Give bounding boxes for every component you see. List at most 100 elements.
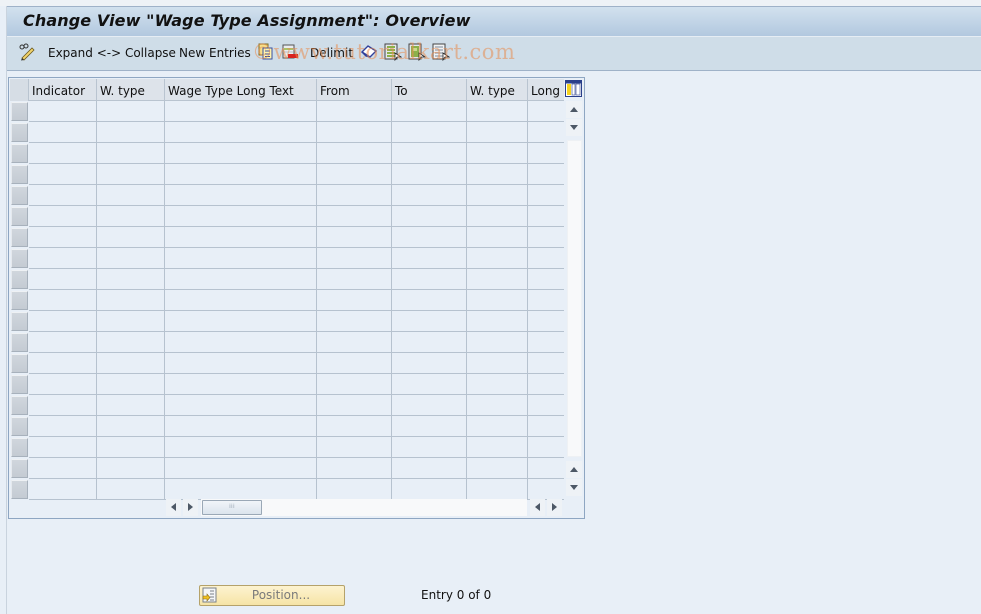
cell-wage-type-2[interactable] xyxy=(467,332,528,353)
delete-icon[interactable] xyxy=(281,43,299,61)
cell-wage-type-long-text[interactable] xyxy=(165,227,317,248)
cell-wage-type[interactable] xyxy=(97,437,165,458)
cell-long-text[interactable] xyxy=(528,353,564,374)
row-selector[interactable] xyxy=(11,480,28,499)
cell-wage-type-2[interactable] xyxy=(467,458,528,479)
cell-wage-type[interactable] xyxy=(97,227,165,248)
horizontal-scroll-thumb[interactable]: ⁞⁞⁞ xyxy=(202,500,262,515)
new-entries-button[interactable]: New Entries xyxy=(179,44,251,64)
cell-wage-type-long-text[interactable] xyxy=(165,374,317,395)
cell-to[interactable] xyxy=(392,311,467,332)
cell-to[interactable] xyxy=(392,332,467,353)
cell-wage-type-long-text[interactable] xyxy=(165,395,317,416)
horizontal-scrollbar[interactable]: ⁞⁞⁞ xyxy=(166,499,564,516)
table-settings-icon[interactable] xyxy=(565,80,582,97)
cell-wage-type-2[interactable] xyxy=(467,311,528,332)
cell-indicator[interactable] xyxy=(29,206,97,227)
cell-to[interactable] xyxy=(392,185,467,206)
cell-indicator[interactable] xyxy=(29,122,97,143)
column-header-indicator[interactable]: Indicator xyxy=(29,79,97,101)
cell-wage-type-2[interactable] xyxy=(467,374,528,395)
cell-indicator[interactable] xyxy=(29,227,97,248)
row-selector[interactable] xyxy=(11,144,28,163)
cell-wage-type[interactable] xyxy=(97,122,165,143)
cell-from[interactable] xyxy=(317,185,392,206)
cell-wage-type-long-text[interactable] xyxy=(165,353,317,374)
row-selector[interactable] xyxy=(11,312,28,331)
vertical-scrollbar[interactable] xyxy=(565,100,583,496)
cell-indicator[interactable] xyxy=(29,332,97,353)
row-selector[interactable] xyxy=(11,438,28,457)
column-header-from[interactable]: From xyxy=(317,79,392,101)
cell-long-text[interactable] xyxy=(528,479,564,500)
cell-wage-type[interactable] xyxy=(97,269,165,290)
cell-wage-type-long-text[interactable] xyxy=(165,248,317,269)
cell-from[interactable] xyxy=(317,458,392,479)
cell-from[interactable] xyxy=(317,353,392,374)
select-block-icon[interactable] xyxy=(408,43,427,62)
select-all-icon[interactable] xyxy=(384,43,403,62)
cell-wage-type-long-text[interactable] xyxy=(165,101,317,122)
cell-wage-type[interactable] xyxy=(97,101,165,122)
cell-wage-type[interactable] xyxy=(97,332,165,353)
scroll-up-button[interactable] xyxy=(566,101,582,118)
cell-wage-type-2[interactable] xyxy=(467,185,528,206)
cell-wage-type-long-text[interactable] xyxy=(165,311,317,332)
row-selector[interactable] xyxy=(11,165,28,184)
row-selector[interactable] xyxy=(11,123,28,142)
cell-to[interactable] xyxy=(392,416,467,437)
row-selector[interactable] xyxy=(11,396,28,415)
cell-wage-type[interactable] xyxy=(97,311,165,332)
scroll-left-end-button[interactable] xyxy=(530,499,545,516)
position-button[interactable]: Position... xyxy=(199,585,345,606)
cell-indicator[interactable] xyxy=(29,248,97,269)
cell-long-text[interactable] xyxy=(528,101,564,122)
row-selector[interactable] xyxy=(11,333,28,352)
row-selector[interactable] xyxy=(11,102,28,121)
scroll-down-button[interactable] xyxy=(566,119,582,136)
row-selector[interactable] xyxy=(11,417,28,436)
cell-to[interactable] xyxy=(392,269,467,290)
cell-from[interactable] xyxy=(317,479,392,500)
cell-to[interactable] xyxy=(392,395,467,416)
cell-wage-type[interactable] xyxy=(97,185,165,206)
cell-wage-type-2[interactable] xyxy=(467,101,528,122)
cell-long-text[interactable] xyxy=(528,248,564,269)
horizontal-scroll-track[interactable]: ⁞⁞⁞ xyxy=(201,499,527,516)
cell-indicator[interactable] xyxy=(29,479,97,500)
cell-wage-type[interactable] xyxy=(97,416,165,437)
cell-wage-type-long-text[interactable] xyxy=(165,332,317,353)
cell-wage-type[interactable] xyxy=(97,353,165,374)
cell-indicator[interactable] xyxy=(29,269,97,290)
page-down-button[interactable] xyxy=(566,479,582,496)
cell-long-text[interactable] xyxy=(528,143,564,164)
copy-as-icon[interactable] xyxy=(257,43,275,61)
cell-to[interactable] xyxy=(392,458,467,479)
cell-from[interactable] xyxy=(317,290,392,311)
cell-wage-type-2[interactable] xyxy=(467,479,528,500)
cell-to[interactable] xyxy=(392,479,467,500)
cell-to[interactable] xyxy=(392,437,467,458)
cell-wage-type[interactable] xyxy=(97,248,165,269)
cell-indicator[interactable] xyxy=(29,101,97,122)
cell-indicator[interactable] xyxy=(29,164,97,185)
cell-wage-type-long-text[interactable] xyxy=(165,416,317,437)
cell-wage-type-long-text[interactable] xyxy=(165,143,317,164)
row-selector[interactable] xyxy=(11,354,28,373)
cell-wage-type[interactable] xyxy=(97,458,165,479)
cell-wage-type-2[interactable] xyxy=(467,395,528,416)
cell-long-text[interactable] xyxy=(528,290,564,311)
cell-wage-type[interactable] xyxy=(97,143,165,164)
cell-to[interactable] xyxy=(392,248,467,269)
cell-from[interactable] xyxy=(317,164,392,185)
deselect-all-icon[interactable] xyxy=(432,43,451,62)
cell-long-text[interactable] xyxy=(528,437,564,458)
row-selector[interactable] xyxy=(11,270,28,289)
row-selector[interactable] xyxy=(11,249,28,268)
cell-from[interactable] xyxy=(317,122,392,143)
cell-long-text[interactable] xyxy=(528,458,564,479)
delimit-button[interactable]: Delimit xyxy=(310,44,353,64)
cell-wage-type[interactable] xyxy=(97,479,165,500)
scroll-right-end-button[interactable] xyxy=(547,499,562,516)
cell-from[interactable] xyxy=(317,416,392,437)
